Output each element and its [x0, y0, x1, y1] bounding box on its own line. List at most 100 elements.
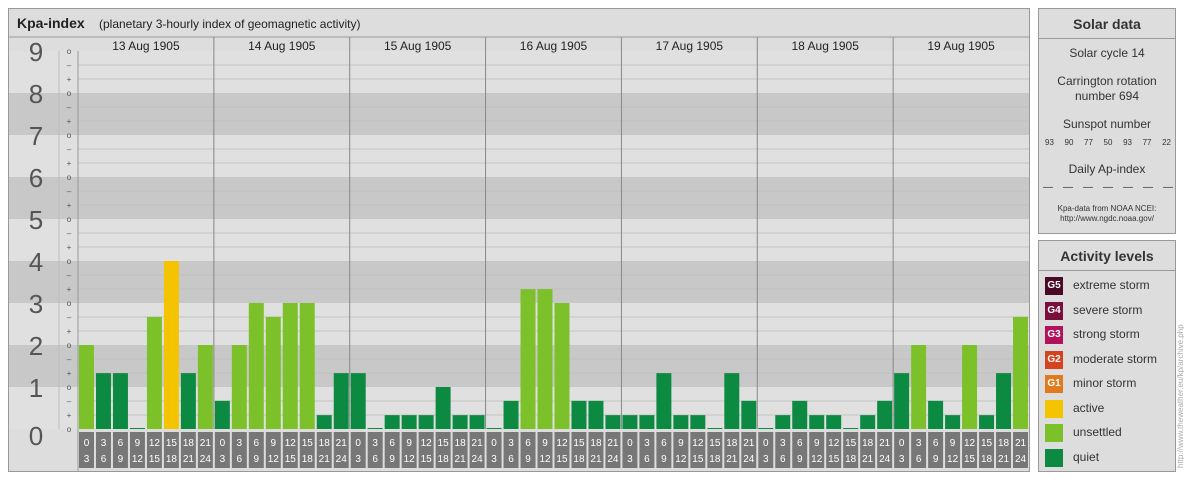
kp-bar	[486, 428, 502, 429]
y-tick-label: 7	[29, 121, 43, 151]
interval-end-label: 24	[743, 454, 755, 465]
interval-start-label: 0	[627, 438, 633, 449]
band-level-2	[9, 303, 1029, 345]
interval-end-label: 15	[828, 454, 840, 465]
kp-bar	[503, 400, 519, 429]
interval-start-label: 9	[678, 438, 684, 449]
kp-bar	[95, 373, 111, 429]
minor-tick-label: +	[67, 411, 72, 420]
legend-swatch: G5	[1045, 277, 1063, 295]
legend-item: active	[1045, 398, 1175, 418]
sunspot-values: 93 90 77 50 93 77 22	[1045, 138, 1171, 147]
legend-item: G1 minor storm	[1045, 373, 1175, 393]
kp-bar	[248, 303, 264, 429]
kp-bar	[894, 373, 910, 429]
minor-tick-label: o	[67, 215, 72, 224]
interval-end-label: 21	[998, 454, 1010, 465]
interval-end-label: 15	[964, 454, 976, 465]
sunspot-value: 93	[1045, 138, 1054, 147]
interval-start-label: 9	[135, 438, 141, 449]
kp-bar	[860, 415, 876, 429]
kp-bar	[775, 415, 791, 429]
kp-bar	[316, 415, 332, 429]
kp-bar	[690, 415, 706, 429]
kp-bar	[605, 415, 621, 429]
kp-bar	[129, 428, 145, 429]
ap-index-values: — — — — — — —	[1043, 182, 1173, 193]
kp-bar	[928, 400, 944, 429]
interval-end-label: 18	[166, 454, 178, 465]
interval-start-label: 12	[692, 438, 704, 449]
data-source-label: Kpa-data from NOAA NCEI:	[1057, 204, 1157, 213]
interval-end-label: 12	[132, 454, 144, 465]
solar-data-title: Solar data	[1073, 16, 1141, 32]
kp-bar	[758, 428, 774, 429]
interval-start-label: 3	[101, 438, 107, 449]
day-label: 14 Aug 1905	[248, 39, 316, 53]
interval-start-label: 6	[661, 438, 667, 449]
interval-end-label: 24	[1015, 454, 1027, 465]
interval-start-label: 9	[542, 438, 548, 449]
interval-end-label: 6	[916, 454, 922, 465]
legend-item: G4 severe storm	[1045, 300, 1175, 320]
interval-start-label: 6	[797, 438, 803, 449]
interval-start-label: 12	[149, 438, 161, 449]
kp-bar	[214, 400, 230, 429]
band-level-8	[9, 51, 1029, 93]
sunspot-value: 90	[1064, 138, 1074, 147]
kp-bar	[333, 373, 349, 429]
ap-value: —	[1063, 182, 1073, 193]
kp-bar	[622, 415, 638, 429]
minor-tick-label: –	[67, 187, 72, 196]
minor-tick-label: +	[67, 117, 72, 126]
interval-end-label: 9	[525, 454, 531, 465]
interval-end-label: 12	[811, 454, 823, 465]
activity-divider	[1039, 270, 1175, 271]
interval-end-label: 6	[780, 454, 786, 465]
kp-bar	[163, 261, 179, 429]
kp-bar	[588, 400, 604, 429]
interval-start-label: 0	[491, 438, 497, 449]
interval-start-label: 6	[933, 438, 939, 449]
interval-end-label: 21	[726, 454, 738, 465]
day-label: 19 Aug 1905	[927, 39, 995, 53]
sunspot-value: 50	[1103, 138, 1113, 147]
legend-item: G3 strong storm	[1045, 324, 1175, 344]
minor-tick-label: +	[67, 75, 72, 84]
interval-start-label: 15	[709, 438, 721, 449]
solar-cycle: Solar cycle 14	[1069, 46, 1145, 60]
interval-end-label: 18	[302, 454, 314, 465]
kp-bar	[180, 373, 196, 429]
kp-bar	[826, 415, 842, 429]
interval-end-label: 9	[933, 454, 939, 465]
interval-end-label: 24	[200, 454, 212, 465]
interval-start-label: 18	[183, 438, 195, 449]
interval-start-label: 0	[220, 438, 226, 449]
legend-swatch	[1045, 448, 1063, 467]
minor-tick-label: o	[67, 47, 72, 56]
ap-value: —	[1103, 182, 1113, 193]
kp-bar	[520, 289, 536, 429]
solar-data-panel: Solar data Solar cycle 14 Carrington rot…	[1038, 8, 1176, 234]
legend-label: strong storm	[1073, 327, 1140, 341]
legend-label: quiet	[1073, 449, 1100, 464]
legend-label: active	[1073, 400, 1105, 415]
interval-end-label: 9	[254, 454, 260, 465]
minor-tick-label: o	[67, 299, 72, 308]
interval-end-label: 21	[862, 454, 874, 465]
minor-tick-label: +	[67, 201, 72, 210]
day-label: 17 Aug 1905	[656, 39, 724, 53]
interval-end-label: 9	[389, 454, 395, 465]
data-source-link[interactable]: http://www.ngdc.noaa.gov/	[1039, 214, 1175, 224]
kp-bar	[299, 303, 315, 429]
minor-tick-label: o	[67, 89, 72, 98]
interval-end-label: 9	[797, 454, 803, 465]
interval-start-label: 21	[879, 438, 891, 449]
minor-tick-label: +	[67, 159, 72, 168]
interval-end-label: 3	[627, 454, 633, 465]
interval-end-label: 21	[455, 454, 467, 465]
interval-start-label: 15	[166, 438, 178, 449]
interval-end-label: 12	[268, 454, 280, 465]
solar-divider	[1039, 38, 1175, 39]
kp-bar	[231, 345, 247, 429]
